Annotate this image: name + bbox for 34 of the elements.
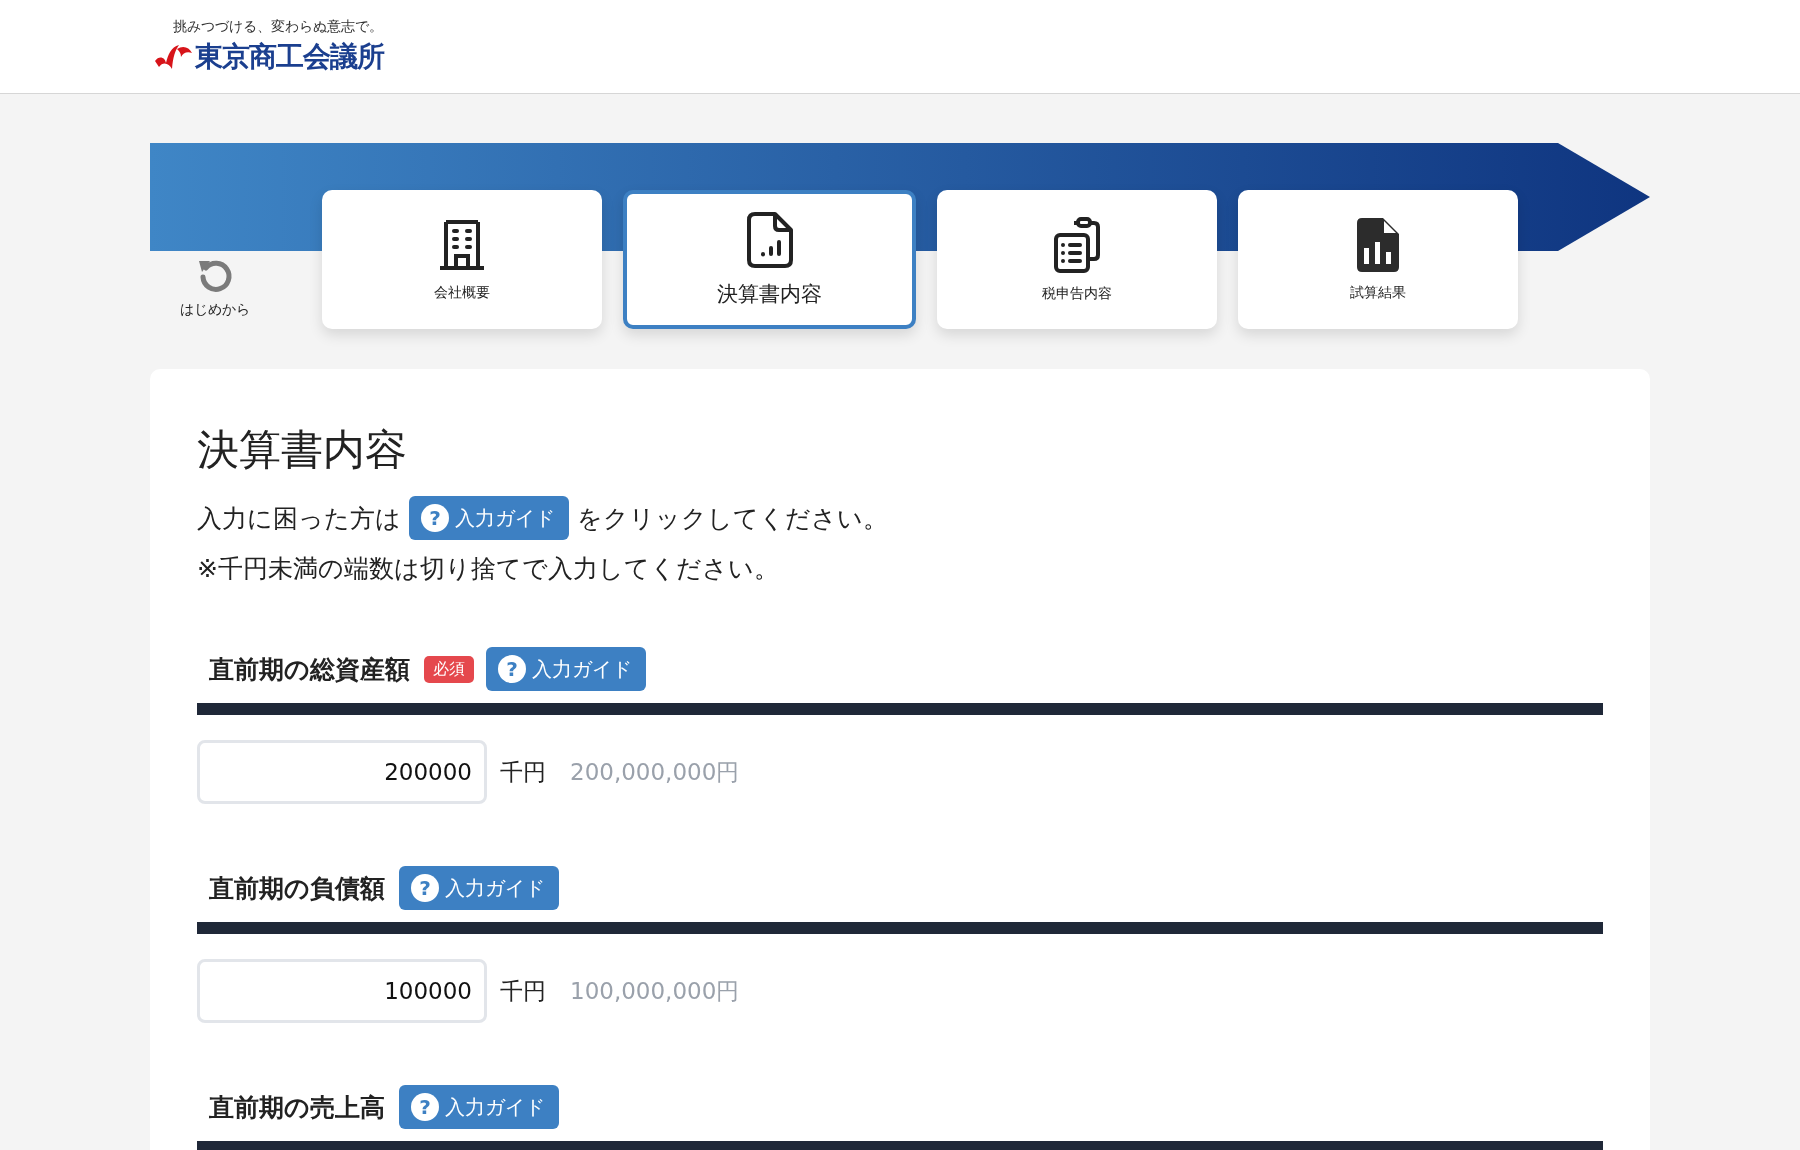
logo-mark-icon	[153, 42, 193, 71]
chart-document-icon	[746, 211, 793, 268]
chart-document-icon	[1357, 217, 1399, 272]
step-tab[interactable]: 税申告内容	[937, 190, 1217, 329]
unit-label: 千円	[500, 976, 546, 1006]
logo-tagline: 挑みつづける、変わらぬ意志で。	[173, 17, 384, 36]
input-guide-button[interactable]: ? 入力ガイド	[409, 496, 569, 540]
question-icon: ?	[421, 504, 449, 532]
note-text: ※千円未満の端数は切り捨てで入力してください。	[197, 553, 780, 585]
required-badge: 必須	[424, 655, 474, 683]
amount-input-field[interactable]: 200000	[197, 740, 487, 804]
building-icon	[438, 217, 486, 272]
intro-text: 入力に困った方は	[197, 502, 401, 535]
step-tab[interactable]: 決算書内容	[623, 190, 916, 329]
clipboard-list-icon	[1052, 216, 1102, 273]
field-label: 直前期の総資産額	[209, 653, 410, 686]
field-label: 直前期の売上高	[209, 1091, 385, 1124]
page-title: 決算書内容	[197, 424, 408, 476]
intro-text: をクリックしてください。	[577, 502, 888, 535]
question-icon: ?	[498, 655, 526, 683]
restart-button[interactable]: はじめから	[150, 190, 280, 329]
converted-amount: 200,000,000円	[570, 757, 740, 787]
question-icon: ?	[411, 874, 439, 902]
question-icon: ?	[411, 1093, 439, 1121]
amount-input-field[interactable]: 100000	[197, 959, 487, 1023]
converted-amount: 100,000,000円	[570, 976, 740, 1006]
input-guide-button[interactable]: ? 入力ガイド	[399, 866, 559, 910]
step-tab[interactable]: 試算結果	[1238, 190, 1518, 329]
input-guide-button[interactable]: ? 入力ガイド	[399, 1085, 559, 1129]
logo-name: 東京商工会議所	[195, 38, 384, 75]
input-guide-button[interactable]: ? 入力ガイド	[486, 647, 646, 691]
step-tab[interactable]: 会社概要	[322, 190, 602, 329]
field-label: 直前期の負債額	[209, 872, 385, 905]
unit-label: 千円	[500, 757, 546, 787]
